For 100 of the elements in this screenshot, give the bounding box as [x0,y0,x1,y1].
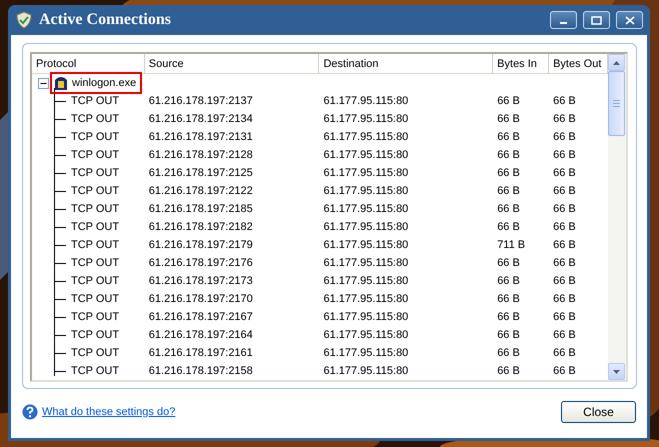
bytes-in-cell-text: 66 B [496,311,521,323]
source-cell-text: 61.216.178.197:2179 [148,239,254,251]
help-icon [22,404,38,420]
source-cell-text: 61.216.178.197:2182 [148,221,254,233]
bytes-in-cell-text: 66 B [496,95,521,107]
bytes-out-cell-text: 66 B [552,95,577,107]
source-cell-text: 61.216.178.197:2137 [148,95,254,107]
column-header[interactable]: Destination [319,54,494,73]
destination-cell-text: 61.177.95.115:80 [322,95,410,107]
destination-cell-text: 61.177.95.115:80 [322,365,410,377]
scroll-up-button[interactable] [608,54,625,71]
source-cell-text: 61.216.178.197:2173 [148,275,254,287]
bytes-in-cell-text: 66 B [496,149,521,161]
scrollbar[interactable] [608,54,626,380]
bytes-in-cell-text: 66 B [496,275,521,287]
bytes-out-cell-text: 66 B [552,311,577,323]
process-name: winlogon.exe [72,77,136,89]
protocol-cell: TCP OUT [71,203,120,215]
destination-cell-text: 61.177.95.115:80 [322,221,410,233]
bytes-in-cell-text: 66 B [496,221,521,233]
bytes-in-cell-text: 66 B [496,329,521,341]
bytes-out-cell-text: 66 B [552,365,577,377]
protocol-cell: TCP OUT [71,275,120,287]
grip-icon [613,100,620,107]
source-cell-text: 61.216.178.197:2128 [148,149,254,161]
destination-cell-text: 61.177.95.115:80 [322,203,410,215]
source-cell-text: 61.216.178.197:2170 [148,293,254,305]
protocol-cell: TCP OUT [71,113,120,125]
column-header[interactable]: Protocol [32,54,145,73]
protocol-cell: TCP OUT [71,167,120,179]
source-cell-text: 61.216.178.197:2125 [148,167,254,179]
minimize-icon [560,22,567,24]
source-cell-text: 61.216.178.197:2185 [148,203,254,215]
protocol-cell: TCP OUT [71,257,120,269]
bytes-in-cell-text: 66 B [496,167,521,179]
maximize-icon [591,16,602,24]
protocol-cell: TCP OUT [71,221,120,233]
bytes-in-cell-text: 66 B [496,113,521,125]
bytes-out-cell-text: 66 B [552,185,577,197]
bytes-out-cell-text: 66 B [552,293,577,305]
scroll-down-button[interactable] [608,363,625,380]
source-cell-text: 61.216.178.197:2131 [148,131,254,143]
protocol-cell: TCP OUT [71,311,120,323]
minimize-button[interactable] [550,11,577,29]
bytes-out-cell-text: 66 B [552,329,577,341]
help-link[interactable]: What do these settings do? [42,406,176,418]
destination-cell-text: 61.177.95.115:80 [322,257,410,269]
bytes-out-cell-text: 66 B [552,113,577,125]
bytes-out-cell-text: 66 B [552,203,577,215]
bytes-in-cell-text: 66 B [496,365,521,377]
column-header[interactable]: Bytes In [493,54,550,73]
destination-cell-text: 61.177.95.115:80 [322,167,410,179]
protocol-cell: TCP OUT [71,185,120,197]
bytes-in-cell-text: 66 B [496,131,521,143]
scroll-thumb[interactable] [608,71,625,136]
protocol-cell: TCP OUT [71,149,120,161]
bytes-out-cell-text: 66 B [552,149,577,161]
destination-cell-text: 61.177.95.115:80 [322,113,410,125]
column-header[interactable]: Source [144,54,320,73]
window-title: Active Connections [39,11,172,29]
protocol-cell: TCP OUT [71,293,120,305]
close-button[interactable] [616,11,643,29]
destination-cell-text: 61.177.95.115:80 [322,329,410,341]
bytes-in-cell-text: 66 B [496,293,521,305]
destination-cell-text: 61.177.95.115:80 [322,347,410,359]
source-cell-text: 61.216.178.197:2134 [148,113,254,125]
destination-cell-text: 61.177.95.115:80 [322,185,410,197]
protocol-cell: TCP OUT [71,365,120,377]
application-icon [54,75,68,91]
bytes-out-cell-text: 66 B [552,275,577,287]
close-icon [624,16,634,24]
destination-cell-text: 61.177.95.115:80 [322,239,410,251]
source-cell-text: 61.216.178.197:2161 [148,347,254,359]
source-cell-text: 61.216.178.197:2176 [148,257,254,269]
protocol-cell: TCP OUT [71,347,120,359]
source-cell-text: 61.216.178.197:2122 [148,185,254,197]
bytes-out-cell-text: 66 B [552,239,577,251]
destination-cell-text: 61.177.95.115:80 [322,275,410,287]
protocol-cell: TCP OUT [71,239,120,251]
source-cell-text: 61.216.178.197:2158 [148,365,254,377]
close-dialog-button[interactable]: Close [561,401,636,423]
up-arrow-icon [613,60,620,64]
bytes-in-cell-text: 66 B [496,203,521,215]
destination-cell-text: 61.177.95.115:80 [322,311,410,323]
bytes-in-cell-text: 66 B [496,257,521,269]
bytes-in-cell-text: 66 B [496,347,521,359]
collapse-icon[interactable] [38,78,49,88]
bytes-out-cell-text: 66 B [552,221,577,233]
bytes-in-cell-text: 66 B [496,185,521,197]
bytes-in-cell-text: 711 B [496,239,526,251]
bytes-out-cell-text: 66 B [552,347,577,359]
destination-cell-text: 61.177.95.115:80 [322,131,410,143]
maximize-button[interactable] [583,11,610,29]
source-cell-text: 61.216.178.197:2167 [148,311,254,323]
shield-icon [15,11,33,29]
bytes-out-cell-text: 66 B [552,131,577,143]
destination-cell-text: 61.177.95.115:80 [322,293,410,305]
source-cell-text: 61.216.178.197:2164 [148,329,254,341]
bytes-out-cell-text: 66 B [552,257,577,269]
bytes-out-cell-text: 66 B [552,167,577,179]
